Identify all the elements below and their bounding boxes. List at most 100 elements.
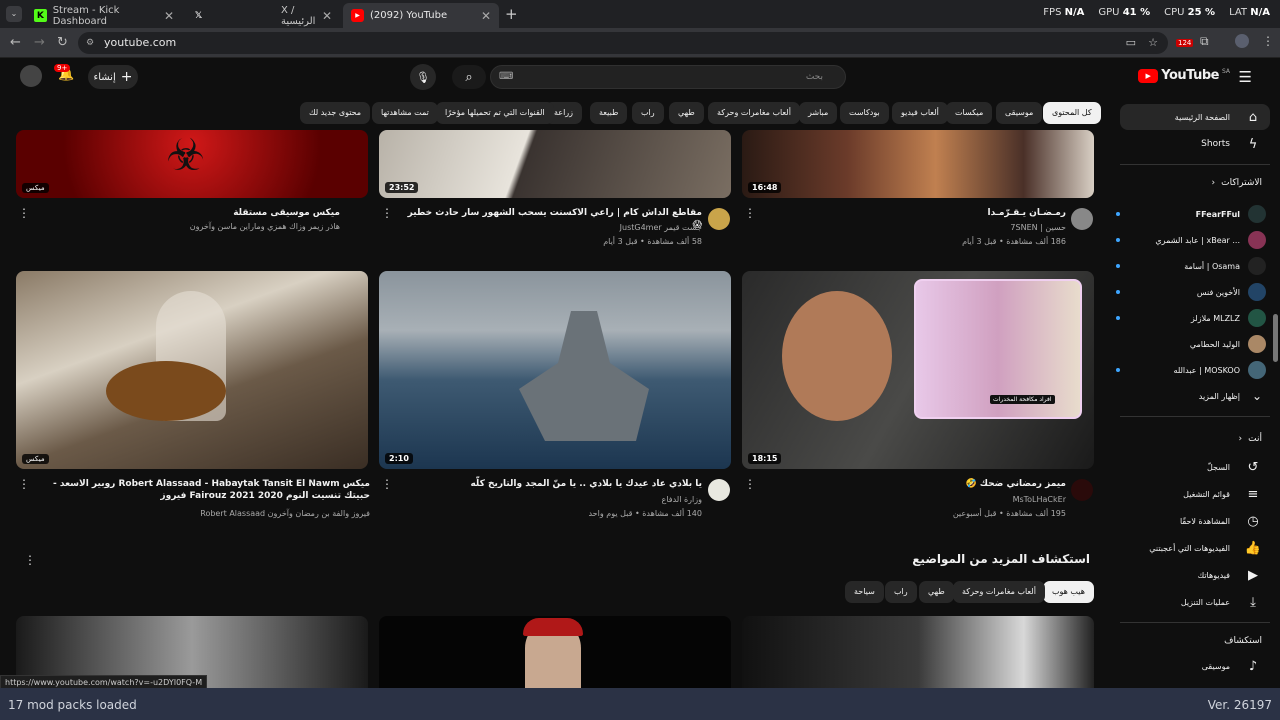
topic-chip[interactable]: سياحة — [845, 581, 884, 603]
puzzle-icon[interactable]: ⧉ — [1200, 34, 1209, 49]
chip[interactable]: تمت مشاهدتها — [372, 102, 438, 124]
chip[interactable]: القنوات التي تم تحميلها مؤخرًا — [436, 102, 554, 124]
sidebar-subscription[interactable]: عبدالله | MOSKOO — [1116, 358, 1266, 382]
voice-search-button[interactable]: 🎙 — [410, 64, 436, 90]
profile-avatar-icon[interactable] — [1235, 34, 1249, 48]
video-title[interactable]: ميكس موسيقى مستقلة — [40, 207, 340, 219]
sidebar-subscription[interactable]: عابد الشمري | xBear ... — [1116, 228, 1266, 252]
search-button[interactable]: ⌕ — [452, 65, 486, 89]
sidebar-scrollbar[interactable] — [1273, 314, 1278, 362]
tab-x[interactable]: 𝕏 X / الرئيسية ✕ — [184, 3, 340, 28]
sidebar-item-shorts[interactable]: Shorts ϟ — [1120, 131, 1270, 157]
hamburger-icon[interactable]: ☰ — [1239, 68, 1252, 86]
menu-dots-icon[interactable]: ⋮ — [1262, 34, 1274, 48]
reload-icon[interactable]: ↻ — [57, 35, 68, 50]
chip-all[interactable]: كل المحتوى — [1043, 102, 1101, 124]
chip[interactable]: طبيعة — [590, 102, 628, 124]
more-options-icon[interactable]: ⋮ — [381, 206, 393, 220]
extension-icon[interactable]: 124 — [1176, 34, 1194, 48]
more-options-icon[interactable]: ⋮ — [381, 477, 393, 491]
cast-icon[interactable]: ▭ — [1126, 32, 1136, 54]
sidebar-item-downloads[interactable]: عمليات التنزيل ⤓ — [1120, 589, 1270, 615]
tab-search-button[interactable]: ⌄ — [6, 6, 22, 22]
video-title[interactable]: ميكس Robert Alassaad - Habaytak Tansit E… — [30, 478, 370, 502]
more-options-icon[interactable]: ⋮ — [24, 553, 36, 567]
site-info-icon[interactable]: ⚙ — [86, 32, 94, 54]
channel-name[interactable]: جست قيمر JustG4mer — [400, 222, 702, 234]
forward-icon[interactable]: → — [34, 35, 45, 50]
channel-avatar[interactable] — [708, 479, 730, 501]
bookmark-star-icon[interactable]: ☆ — [1148, 32, 1158, 54]
keyboard-icon[interactable]: ⌨ — [499, 66, 513, 88]
youtube-logo[interactable]: ▶ YouTube SA — [1138, 68, 1230, 83]
avatar[interactable] — [20, 65, 42, 87]
url-field[interactable]: ⚙ youtube.com ▭ ☆ — [78, 32, 1168, 54]
video-meta: 195 ألف مشاهدة • قبل أسبوعين — [952, 509, 1066, 518]
show-more-button[interactable]: إظهار المزيد ⌄ — [1120, 384, 1266, 408]
channel-name[interactable]: MsToLHaCkEr — [764, 494, 1066, 506]
sidebar-item-home[interactable]: الصفحة الرئيسية ⌂ — [1120, 104, 1270, 130]
tab-youtube[interactable]: ▶ (2092) YouTube ✕ — [343, 3, 499, 28]
chip[interactable]: بودكاست — [840, 102, 889, 124]
video-thumbnail[interactable] — [379, 616, 731, 688]
channel-name[interactable]: حسين | 7SNEN — [764, 222, 1066, 234]
divider — [1120, 622, 1270, 623]
masthead: ☰ ▶ YouTube SA بحث ⌨ ⌕ 🎙 إنشاء + 🔔 9+ — [0, 58, 1280, 96]
sidebar-item-history[interactable]: السجلّ ↺ — [1120, 454, 1270, 480]
sidebar-item-watch-later[interactable]: المشاهدة لاحقًا ◷ — [1120, 508, 1270, 534]
close-icon[interactable]: ✕ — [322, 9, 332, 23]
close-icon[interactable]: ✕ — [164, 9, 174, 23]
chip[interactable]: مباشر — [799, 102, 838, 124]
chip[interactable]: راب — [632, 102, 664, 124]
you-header[interactable]: › أنت — [1239, 434, 1262, 444]
channel-avatar[interactable] — [1071, 208, 1093, 230]
back-icon[interactable]: ← — [10, 35, 21, 50]
mix-badge: ميكس — [22, 454, 49, 464]
video-thumbnail[interactable]: ☣ ميكس — [16, 130, 368, 198]
video-thumbnail[interactable]: افراد مكافحة المخدرات 18:15 — [742, 271, 1094, 469]
chip[interactable]: موسيقى — [996, 102, 1043, 124]
more-options-icon[interactable]: ⋮ — [744, 477, 756, 491]
create-button[interactable]: إنشاء + — [88, 65, 138, 89]
sidebar-item-liked[interactable]: الفيديوهات التي أعجبتني 👍 — [1120, 535, 1270, 561]
topic-chip[interactable]: ألعاب مغامرات وحركة — [953, 581, 1045, 603]
channel-name[interactable]: وزارة الدفاع — [400, 494, 702, 506]
video-thumbnail[interactable]: 2:10 — [379, 271, 731, 469]
video-thumbnail[interactable] — [742, 616, 1094, 688]
more-options-icon[interactable]: ⋮ — [744, 206, 756, 220]
chip[interactable]: محتوى جديد لك — [300, 102, 371, 124]
sidebar-subscription[interactable]: أسامة | Osama — [1116, 254, 1266, 278]
video-thumbnail[interactable]: 16:48 — [742, 130, 1094, 198]
chip[interactable]: ألعاب مغامرات وحركة — [708, 102, 800, 124]
topic-chip[interactable]: راب — [885, 581, 917, 603]
youtube-play-icon: ▶ — [1138, 68, 1159, 83]
chip[interactable]: ألعاب فيديو — [892, 102, 948, 124]
sidebar-subscription[interactable]: الأخوين فنس — [1116, 280, 1266, 304]
sidebar-subscription[interactable]: FFearFFul — [1116, 202, 1266, 226]
video-title[interactable]: يا بلادي عاد عيدك يا بلادي .. يا منّ الم… — [400, 478, 702, 490]
topic-chip[interactable]: هيب هوب — [1043, 581, 1094, 603]
sidebar-subscription[interactable]: الوليد الحطامي — [1120, 332, 1266, 356]
chip[interactable]: طهي — [669, 102, 704, 124]
sidebar-item-your-videos[interactable]: فيديوهاتك ▶ — [1120, 562, 1270, 588]
close-icon[interactable]: ✕ — [481, 9, 491, 23]
more-options-icon[interactable]: ⋮ — [18, 206, 30, 220]
more-options-icon[interactable]: ⋮ — [18, 477, 30, 491]
sidebar-subscription[interactable]: ملازلز MLZLZ — [1116, 306, 1266, 330]
channel-avatar[interactable] — [1071, 479, 1093, 501]
video-thumbnail[interactable]: ميكس — [16, 271, 368, 469]
sidebar-item-playlists[interactable]: قوائم التشغيل ≡ — [1120, 481, 1270, 507]
channel-avatar[interactable] — [708, 208, 730, 230]
tab-kick[interactable]: K Stream - Kick Dashboard ✕ — [26, 3, 182, 28]
video-title[interactable]: ميمز رمضاني ضحك 🤣 — [764, 478, 1066, 490]
chip[interactable]: ميكسات — [946, 102, 993, 124]
sidebar-item-music[interactable]: موسيقى ♪ — [1120, 653, 1270, 679]
topic-chip[interactable]: طهي — [919, 581, 954, 603]
avatar — [1248, 205, 1266, 223]
new-tab-button[interactable]: + — [505, 5, 518, 23]
search-input[interactable]: بحث ⌨ — [490, 65, 846, 89]
subscriptions-header[interactable]: › الاشتراكات — [1212, 178, 1262, 188]
video-thumbnail[interactable]: 23:52 — [379, 130, 731, 198]
video-title[interactable]: رمـضـان يـقـرّمـدا — [764, 207, 1066, 219]
mod-loader-bar: 17 mod packs loaded Ver. 26197 — [0, 688, 1280, 720]
